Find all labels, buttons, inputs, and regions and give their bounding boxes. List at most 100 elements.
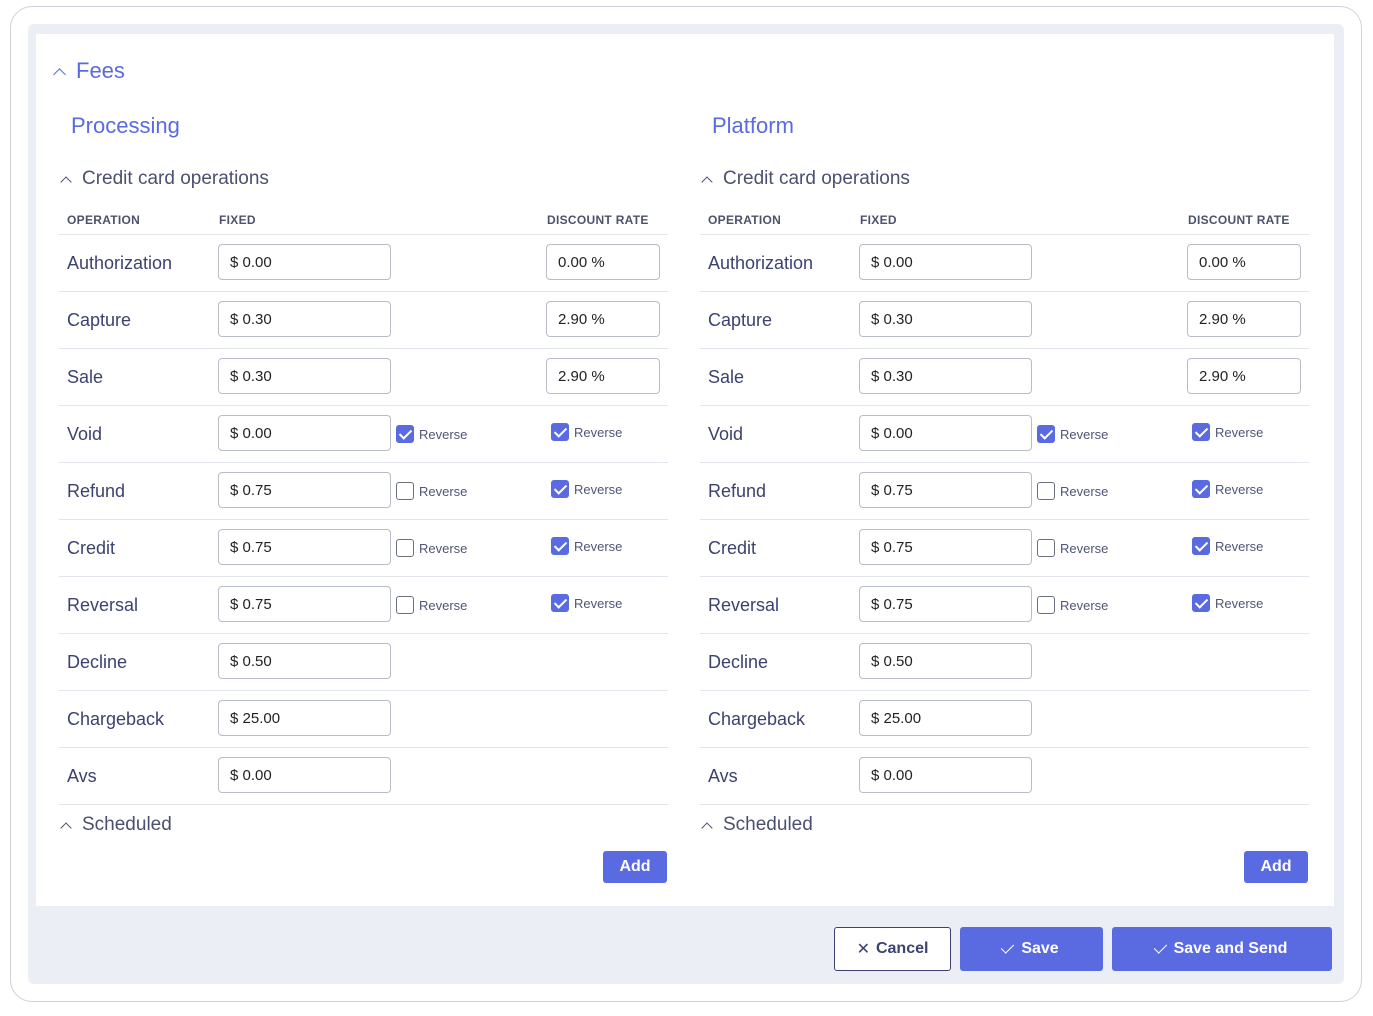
checkbox-icon [551, 480, 569, 498]
column-header-operation: OPERATION [708, 213, 782, 227]
reverse-fixed-checkbox[interactable]: Reverse [1037, 425, 1108, 443]
discount-rate-input[interactable] [546, 358, 660, 394]
reverse-fixed-checkbox[interactable]: Reverse [396, 596, 467, 614]
scheduled-toggle[interactable]: Scheduled [700, 814, 813, 836]
checkbox-icon [1037, 425, 1055, 443]
reverse-fixed-checkbox[interactable]: Reverse [1037, 596, 1108, 614]
discount-rate-input[interactable] [1187, 244, 1301, 280]
fixed-fee-input[interactable] [859, 529, 1032, 565]
section-title-platform: Platform [712, 113, 794, 138]
column-header-fixed: FIXED [219, 213, 256, 227]
checkbox-icon [396, 539, 414, 557]
operation-name: Sale [67, 367, 104, 387]
discount-rate-input[interactable] [1187, 301, 1301, 337]
operation-name: Void [67, 424, 103, 444]
operation-name: Reversal [67, 595, 139, 615]
chevron-up-icon [60, 176, 72, 188]
operation-name: Capture [708, 310, 773, 330]
cancel-label: Cancel [875, 940, 929, 957]
fixed-fee-input[interactable] [218, 244, 391, 280]
column-header-operation: OPERATION [67, 213, 141, 227]
reverse-fixed-checkbox[interactable]: Reverse [396, 482, 467, 500]
reverse-label: Reverse [1060, 540, 1109, 556]
reverse-rate-checkbox[interactable]: Reverse [551, 537, 622, 555]
reverse-label: Reverse [574, 424, 623, 440]
fixed-fee-input[interactable] [859, 415, 1032, 451]
fixed-fee-input[interactable] [859, 244, 1032, 280]
scheduled-toggle[interactable]: Scheduled [59, 814, 172, 836]
fixed-fee-input[interactable] [859, 586, 1032, 622]
reverse-fixed-checkbox[interactable]: Reverse [396, 539, 467, 557]
discount-rate-input[interactable] [546, 244, 660, 280]
scheduled-label: Scheduled [723, 814, 813, 835]
reverse-rate-checkbox[interactable]: Reverse [1192, 537, 1263, 555]
cancel-button[interactable]: ✕ Cancel [834, 927, 951, 971]
add-button[interactable]: Add [603, 851, 667, 883]
reverse-label: Reverse [574, 595, 623, 611]
table-row: Chargeback [59, 691, 668, 748]
reverse-fixed-checkbox[interactable]: Reverse [1037, 482, 1108, 500]
save-and-send-button[interactable]: Save and Send [1112, 927, 1332, 971]
fixed-fee-input[interactable] [859, 757, 1032, 793]
discount-rate-input[interactable] [1187, 358, 1301, 394]
fees-table-platform: OPERATION FIXED DISCOUNT RATE Authorization… [700, 207, 1309, 805]
fixed-fee-input[interactable] [218, 586, 391, 622]
credit-card-operations-toggle[interactable]: Credit card operations [700, 168, 910, 190]
fees-toggle[interactable]: Fees [52, 58, 125, 84]
column-header-discount-rate: DISCOUNT RATE [1188, 213, 1290, 227]
save-and-send-label: Save and Send [1173, 940, 1288, 957]
credit-card-operations-label: Credit card operations [723, 168, 910, 189]
operation-name: Capture [67, 310, 132, 330]
table-header: OPERATION FIXED DISCOUNT RATE [59, 207, 668, 235]
operation-name: Decline [67, 652, 128, 672]
reverse-rate-checkbox[interactable]: Reverse [1192, 594, 1263, 612]
checkbox-icon [396, 425, 414, 443]
fixed-fee-input[interactable] [218, 415, 391, 451]
fixed-fee-input[interactable] [218, 529, 391, 565]
scheduled-label: Scheduled [82, 814, 172, 835]
reverse-rate-checkbox[interactable]: Reverse [551, 594, 622, 612]
reverse-rate-checkbox[interactable]: Reverse [551, 480, 622, 498]
reverse-fixed-checkbox[interactable]: Reverse [396, 425, 467, 443]
reverse-label: Reverse [1060, 483, 1109, 499]
close-icon: ✕ [856, 941, 870, 958]
fixed-fee-input[interactable] [859, 643, 1032, 679]
table-row: Refund Reverse Reverse [59, 463, 668, 520]
fixed-fee-input[interactable] [218, 700, 391, 736]
checkbox-icon [1192, 594, 1210, 612]
table-row: Refund Reverse Reverse [700, 463, 1309, 520]
table-row: Sale [59, 349, 668, 406]
fixed-fee-input[interactable] [859, 358, 1032, 394]
table-row: Chargeback [700, 691, 1309, 748]
table-row: Void Reverse Reverse [700, 406, 1309, 463]
fixed-fee-input[interactable] [218, 358, 391, 394]
fixed-fee-input[interactable] [218, 472, 391, 508]
fixed-fee-input[interactable] [859, 472, 1032, 508]
reverse-fixed-checkbox[interactable]: Reverse [1037, 539, 1108, 557]
save-button[interactable]: Save [960, 927, 1103, 971]
reverse-label: Reverse [419, 540, 468, 556]
operation-name: Avs [67, 766, 97, 786]
operation-name: Refund [708, 481, 767, 501]
checkbox-icon [1192, 480, 1210, 498]
operation-name: Void [708, 424, 744, 444]
reverse-label: Reverse [419, 426, 468, 442]
fixed-fee-input[interactable] [218, 757, 391, 793]
fixed-fee-input[interactable] [218, 643, 391, 679]
reverse-rate-checkbox[interactable]: Reverse [1192, 480, 1263, 498]
add-button[interactable]: Add [1244, 851, 1308, 883]
reverse-label: Reverse [1060, 597, 1109, 613]
discount-rate-input[interactable] [546, 301, 660, 337]
table-row: Credit Reverse Reverse [700, 520, 1309, 577]
reverse-rate-checkbox[interactable]: Reverse [551, 423, 622, 441]
operation-name: Chargeback [708, 709, 806, 729]
check-icon [1001, 940, 1015, 954]
table-row: Capture [700, 292, 1309, 349]
fixed-fee-input[interactable] [859, 301, 1032, 337]
fixed-fee-input[interactable] [218, 301, 391, 337]
checkbox-icon [1192, 537, 1210, 555]
credit-card-operations-toggle[interactable]: Credit card operations [59, 168, 269, 190]
fixed-fee-input[interactable] [859, 700, 1032, 736]
table-row: Reversal Reverse Reverse [59, 577, 668, 634]
reverse-rate-checkbox[interactable]: Reverse [1192, 423, 1263, 441]
